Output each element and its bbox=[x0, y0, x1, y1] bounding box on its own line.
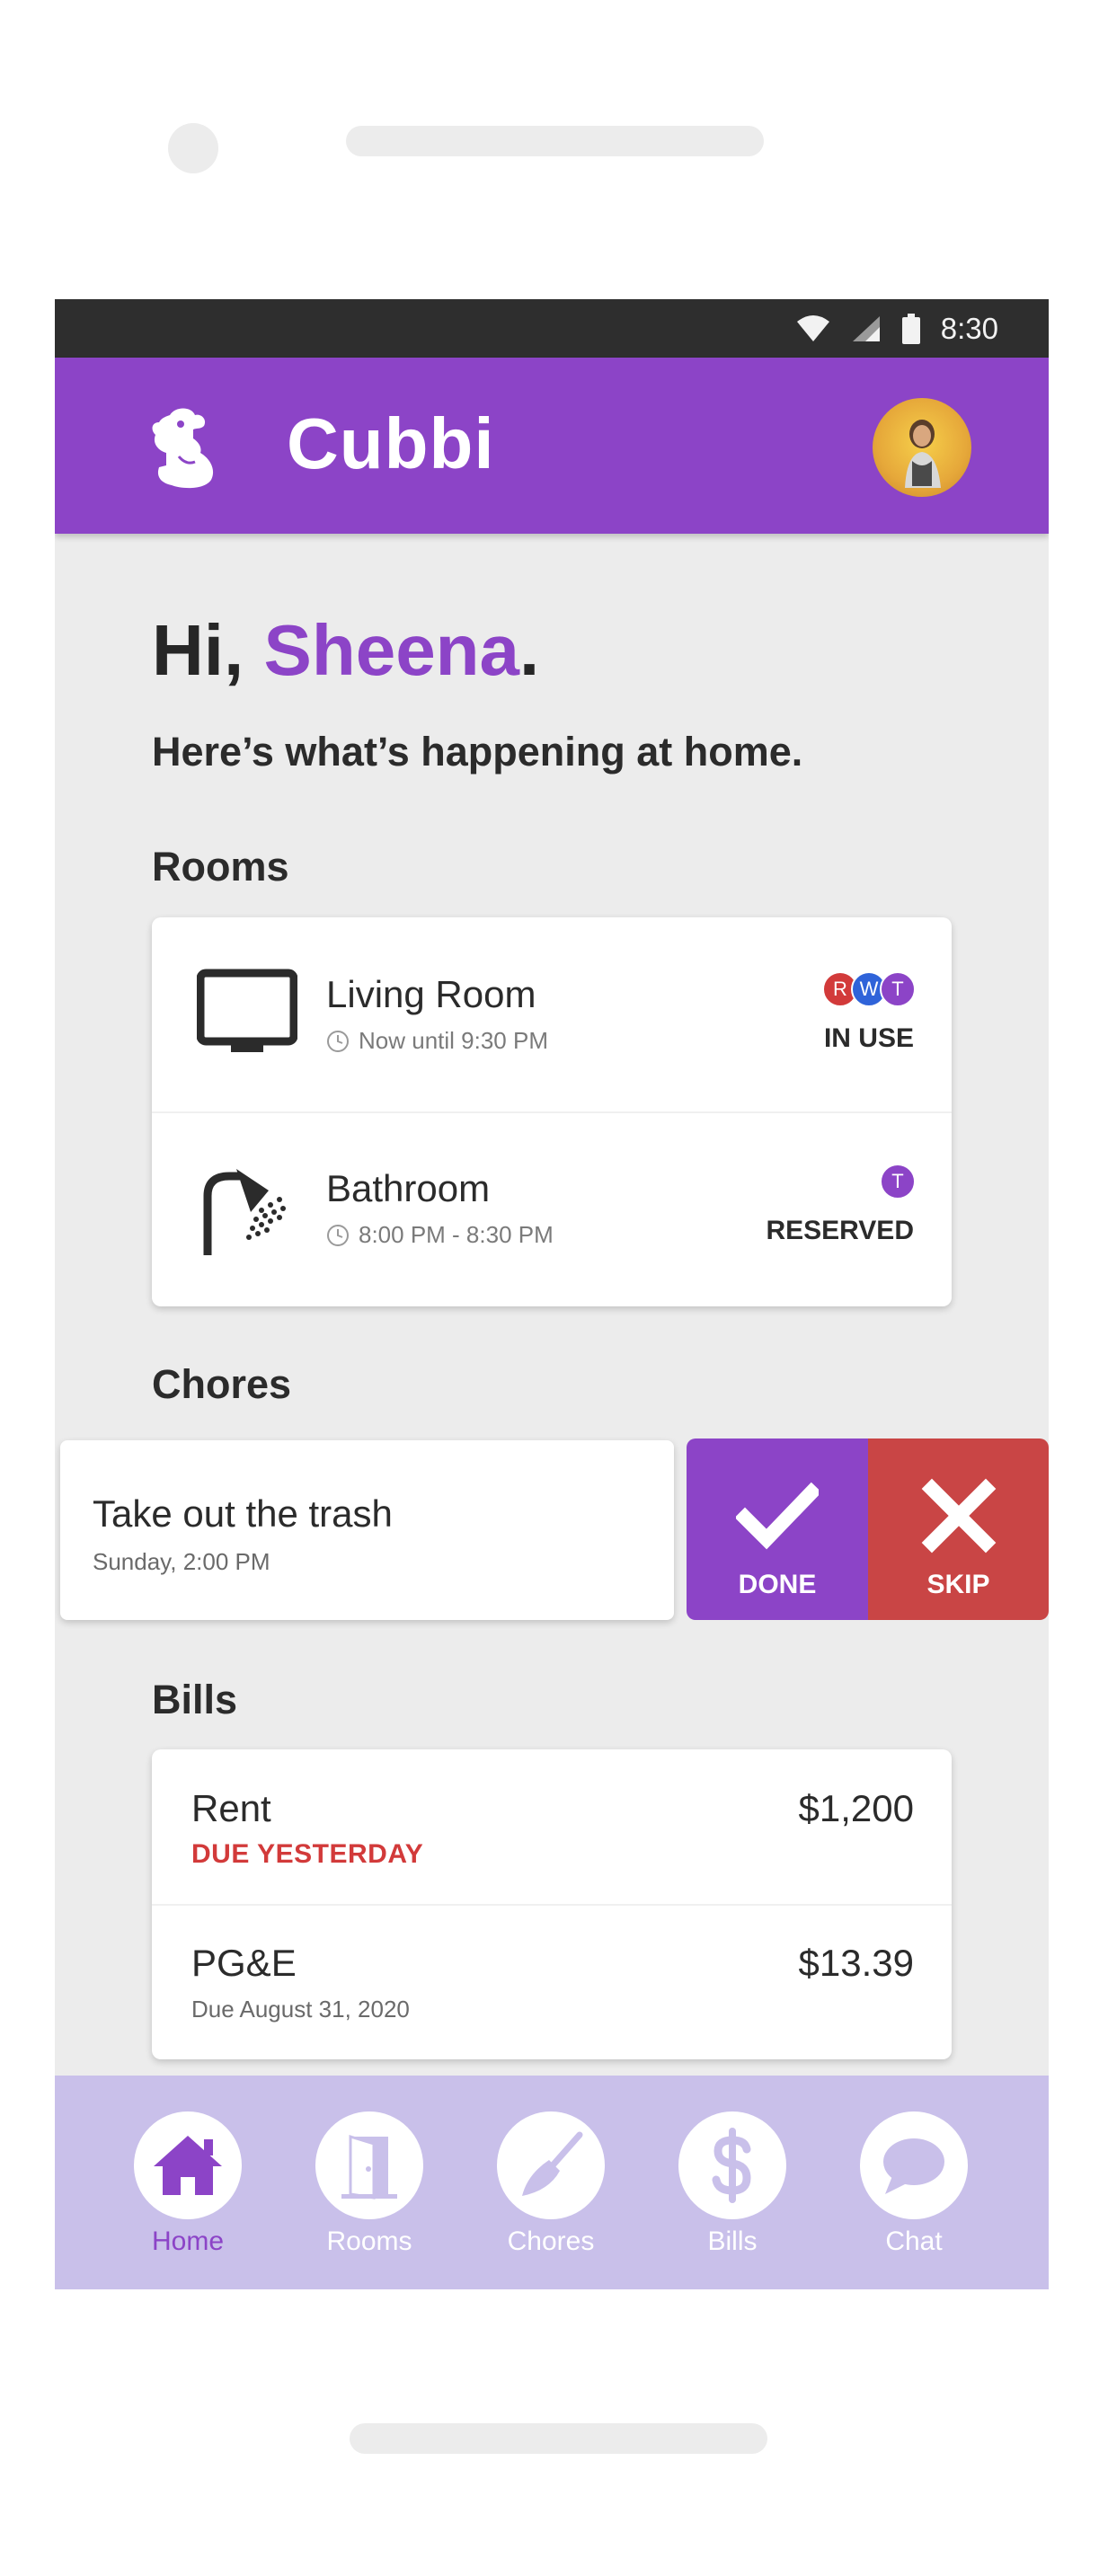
skip-label: SKIP bbox=[926, 1570, 990, 1599]
greeting-heading: Hi, Sheena. bbox=[152, 609, 539, 692]
nav-rooms[interactable]: Rooms bbox=[306, 2111, 432, 2273]
bill-due-status: DUE YESTERDAY bbox=[191, 1839, 424, 1869]
door-icon bbox=[341, 2134, 397, 2200]
occupant-badge: T bbox=[880, 1164, 916, 1199]
close-icon bbox=[921, 1478, 996, 1554]
app-header: Cubbi bbox=[55, 358, 1049, 534]
greeting-subtitle: Here’s what’s happening at home. bbox=[152, 729, 803, 775]
phone-camera bbox=[168, 123, 218, 173]
dollar-icon bbox=[712, 2128, 751, 2203]
shower-icon bbox=[203, 1169, 286, 1255]
signal-icon bbox=[852, 315, 880, 341]
app-screen: 8:30 Cubbi Hi, Sheena. Here’s what’s hap… bbox=[55, 299, 1049, 2289]
chore-title: Take out the trash bbox=[93, 1492, 393, 1535]
occupant-badge: T bbox=[880, 971, 916, 1007]
room-time-text: Now until 9:30 PM bbox=[359, 1027, 548, 1054]
bill-name: PG&E bbox=[191, 1942, 297, 1984]
cubbi-logo-icon bbox=[152, 408, 214, 489]
avatar-photo-icon bbox=[905, 420, 941, 488]
clock-icon bbox=[327, 1224, 349, 1246]
room-row-living-room[interactable]: Living Room Now until 9:30 PM R W T IN U… bbox=[152, 917, 952, 1111]
bottom-navigation: Home Rooms Chores Bills Chat bbox=[55, 2076, 1049, 2289]
room-time: 8:00 PM - 8:30 PM bbox=[326, 1221, 554, 1249]
bill-row-rent[interactable]: Rent DUE YESTERDAY $1,200 bbox=[152, 1749, 952, 1904]
broom-icon bbox=[522, 2131, 583, 2196]
nav-home-label: Home bbox=[151, 2226, 225, 2256]
done-button[interactable]: DONE bbox=[687, 1438, 868, 1620]
greeting-hi: Hi, bbox=[152, 610, 244, 690]
tv-icon bbox=[197, 969, 297, 1052]
room-time-text: 8:00 PM - 8:30 PM bbox=[359, 1221, 554, 1248]
bill-row-pge[interactable]: PG&E Due August 31, 2020 $13.39 bbox=[152, 1906, 952, 2059]
chores-heading: Chores bbox=[152, 1361, 292, 1407]
bills-card: Rent DUE YESTERDAY $1,200 PG&E Due Augus… bbox=[152, 1749, 952, 2059]
status-time: 8:30 bbox=[940, 311, 998, 345]
room-status: IN USE bbox=[823, 1023, 914, 1053]
occupant-avatars: T bbox=[880, 1164, 916, 1199]
chat-bubble-icon bbox=[883, 2138, 944, 2194]
room-status: RESERVED bbox=[766, 1216, 914, 1245]
nav-chat[interactable]: Chat bbox=[851, 2111, 977, 2273]
status-bar: 8:30 bbox=[55, 299, 1049, 358]
bill-amount: $1,200 bbox=[798, 1787, 914, 1829]
greeting-user-name: Sheena bbox=[263, 610, 520, 690]
occupant-avatars: R W T bbox=[822, 971, 916, 1007]
bill-name: Rent bbox=[191, 1787, 271, 1829]
rooms-card: Living Room Now until 9:30 PM R W T IN U… bbox=[152, 917, 952, 1306]
room-time: Now until 9:30 PM bbox=[326, 1027, 548, 1055]
clock-icon bbox=[327, 1030, 349, 1052]
bill-amount: $13.39 bbox=[798, 1942, 914, 1984]
nav-home[interactable]: Home bbox=[125, 2111, 251, 2273]
phone-home-bar bbox=[350, 2423, 767, 2454]
phone-speaker bbox=[346, 126, 764, 156]
nav-chat-label: Chat bbox=[885, 2226, 943, 2256]
home-icon bbox=[154, 2136, 222, 2195]
app-title: Cubbi bbox=[287, 403, 495, 483]
checkmark-icon bbox=[736, 1482, 819, 1550]
nav-chores-label: Chores bbox=[507, 2226, 595, 2256]
nav-bills[interactable]: Bills bbox=[669, 2111, 795, 2273]
battery-icon bbox=[901, 313, 920, 344]
nav-rooms-label: Rooms bbox=[326, 2226, 412, 2256]
chore-item[interactable]: Take out the trash Sunday, 2:00 PM bbox=[60, 1440, 674, 1620]
nav-chores[interactable]: Chores bbox=[488, 2111, 614, 2273]
room-name: Bathroom bbox=[326, 1167, 491, 1209]
room-row-bathroom[interactable]: Bathroom 8:00 PM - 8:30 PM T RESERVED bbox=[152, 1113, 952, 1306]
done-label: DONE bbox=[738, 1570, 817, 1599]
greeting-period: . bbox=[519, 610, 540, 690]
bills-heading: Bills bbox=[152, 1677, 238, 1722]
chore-time: Sunday, 2:00 PM bbox=[93, 1548, 270, 1575]
skip-button[interactable]: SKIP bbox=[868, 1438, 1049, 1620]
room-name: Living Room bbox=[326, 973, 536, 1015]
wifi-icon bbox=[796, 314, 829, 341]
bill-due-date: Due August 31, 2020 bbox=[191, 1996, 410, 2023]
user-avatar[interactable] bbox=[873, 398, 971, 497]
nav-bills-label: Bills bbox=[707, 2226, 758, 2256]
rooms-heading: Rooms bbox=[152, 844, 289, 890]
